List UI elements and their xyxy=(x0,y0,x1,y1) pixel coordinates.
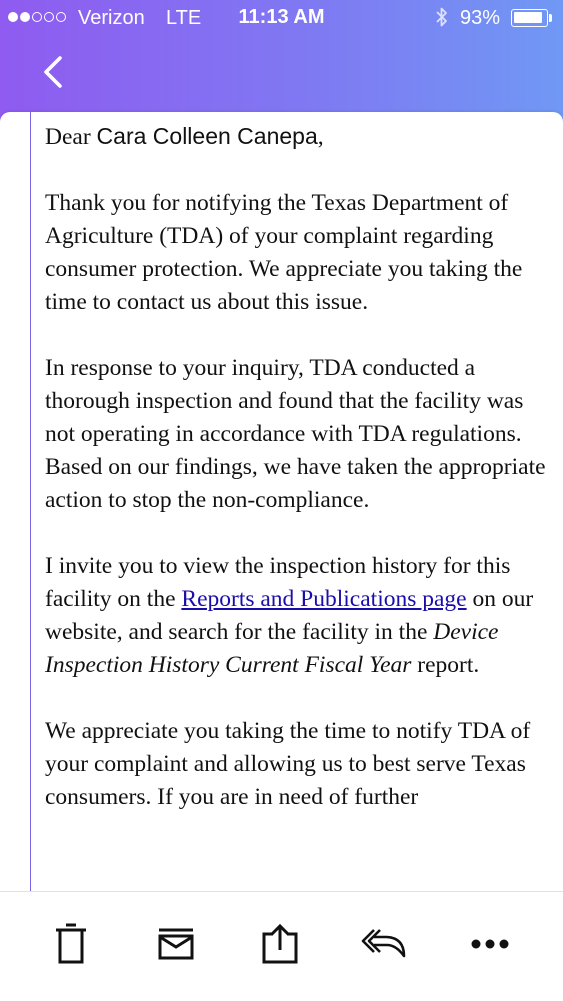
status-bar: Verizon LTE 11:13 AM 93% xyxy=(0,0,563,38)
paragraph-closing: We appreciate you taking the time to not… xyxy=(45,718,531,810)
paragraph-thanks: Thank you for notifying the Texas Depart… xyxy=(45,190,523,315)
bluetooth-icon xyxy=(434,5,450,35)
chevron-left-icon xyxy=(44,56,62,88)
trash-button[interactable] xyxy=(47,920,95,968)
greeting: Dear Cara Colleen Canepa, xyxy=(45,123,324,150)
reply-button[interactable] xyxy=(360,920,408,968)
recipient-name: Cara Colleen Canepa xyxy=(96,123,318,149)
back-button[interactable] xyxy=(32,50,76,94)
trash-icon xyxy=(56,923,86,964)
header: Verizon LTE 11:13 AM 93% xyxy=(0,0,563,122)
reply-icon xyxy=(361,929,406,958)
bottom-toolbar xyxy=(0,891,563,1001)
more-icon xyxy=(471,939,509,949)
archive-icon xyxy=(158,928,194,960)
paragraph-response: In response to your inquiry, TDA conduct… xyxy=(45,355,546,513)
reports-publications-link[interactable]: Reports and Publications page xyxy=(181,586,466,612)
paragraph-invite: I invite you to view the inspection hist… xyxy=(45,553,534,678)
share-button[interactable] xyxy=(256,920,304,968)
archive-button[interactable] xyxy=(152,920,200,968)
email-content: Dear Cara Colleen Canepa, Thank you for … xyxy=(30,112,563,892)
share-icon xyxy=(262,923,298,964)
battery-icon xyxy=(511,9,548,27)
email-body: Dear Cara Colleen Canepa, Thank you for … xyxy=(31,112,563,814)
battery-percent: 93% xyxy=(460,7,501,29)
more-button[interactable] xyxy=(466,920,514,968)
